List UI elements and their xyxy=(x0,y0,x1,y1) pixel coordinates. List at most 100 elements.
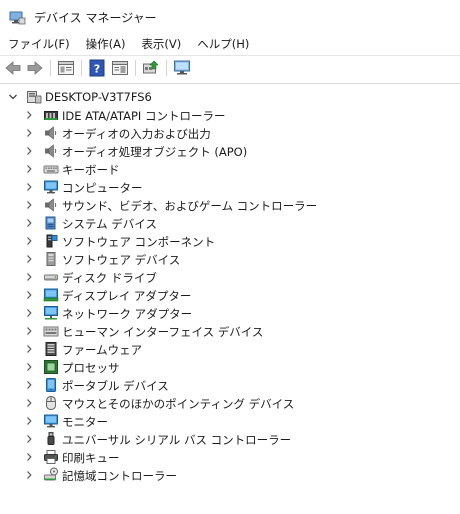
tree-node-label: 記憶域コントローラー xyxy=(62,469,177,483)
tree-node[interactable]: マウスとそのほかのポインティング デバイス xyxy=(0,394,460,412)
chevron-right-icon[interactable] xyxy=(24,218,34,228)
menu-action[interactable]: 操作(A) xyxy=(78,34,134,54)
ide-controller-icon xyxy=(44,111,58,120)
chevron-right-icon[interactable] xyxy=(24,452,34,462)
chevron-down-icon[interactable] xyxy=(7,91,19,103)
svg-text:?: ? xyxy=(94,63,100,76)
tree-node-label: ディスプレイ アダプター xyxy=(62,289,192,303)
tree-node[interactable]: ディスプレイ アダプター xyxy=(0,286,460,304)
display-adapter-icon xyxy=(43,288,59,302)
tree-node[interactable]: ネットワーク アダプター xyxy=(0,304,460,322)
speaker-icon xyxy=(45,144,57,158)
menu-help[interactable]: ヘルプ(H) xyxy=(189,34,257,54)
chevron-right-icon[interactable] xyxy=(24,200,34,210)
chevron-right-icon[interactable] xyxy=(24,326,34,336)
toolbar-separator xyxy=(166,60,167,76)
chevron-right-icon[interactable] xyxy=(24,290,34,300)
tree-node-label: マウスとそのほかのポインティング デバイス xyxy=(62,397,295,411)
tree-node-label: ユニバーサル シリアル バス コントローラー xyxy=(62,433,292,447)
tree-node[interactable]: オーディオ処理オブジェクト (APO) xyxy=(0,142,460,160)
keyboard-icon xyxy=(43,165,59,174)
tree-node[interactable]: コンピューター xyxy=(0,178,460,196)
tree-node-label: キーボード xyxy=(62,163,120,177)
scan-hardware-icon[interactable] xyxy=(172,58,192,78)
speaker-icon xyxy=(45,126,57,140)
tree-node-label: 印刷キュー xyxy=(62,451,120,465)
tree-node[interactable]: 記憶域コントローラー xyxy=(0,466,460,484)
tree-node-label: システム デバイス xyxy=(62,217,157,231)
tree-node[interactable]: ファームウェア xyxy=(0,340,460,358)
chevron-right-icon[interactable] xyxy=(24,470,34,480)
tree-node[interactable]: ヒューマン インターフェイス デバイス xyxy=(0,322,460,340)
menu-view[interactable]: 表示(V) xyxy=(133,34,189,54)
chevron-right-icon[interactable] xyxy=(24,110,34,120)
chevron-right-icon[interactable] xyxy=(24,128,34,138)
firmware-icon xyxy=(45,342,57,356)
tree-node[interactable]: 印刷キュー xyxy=(0,448,460,466)
tree-node[interactable]: ソフトウェア コンポーネント xyxy=(0,232,460,250)
network-adapter-icon xyxy=(44,306,58,320)
tree-node[interactable]: キーボード xyxy=(0,160,460,178)
tree-node[interactable]: オーディオの入力および出力 xyxy=(0,124,460,142)
chevron-right-icon[interactable] xyxy=(24,344,34,354)
storage-controller-icon xyxy=(44,467,58,481)
window-title: デバイス マネージャー xyxy=(34,11,157,25)
toolbar-separator xyxy=(135,60,136,76)
software-device-icon xyxy=(46,252,56,266)
mouse-icon xyxy=(46,395,56,411)
tree-node[interactable]: システム デバイス xyxy=(0,214,460,232)
tree-node[interactable]: ディスク ドライブ xyxy=(0,268,460,286)
chevron-right-icon[interactable] xyxy=(24,308,34,318)
update-driver-icon[interactable] xyxy=(141,58,161,78)
chevron-right-icon[interactable] xyxy=(24,272,34,282)
device-tree: DESKTOP-V3T7FS6 IDE ATA/ATAPI コントローラー オーデ… xyxy=(0,83,460,514)
system-device-icon xyxy=(45,216,56,230)
toolbar-separator xyxy=(50,60,51,76)
chevron-right-icon[interactable] xyxy=(24,434,34,444)
tree-node-label: ヒューマン インターフェイス デバイス xyxy=(62,325,264,339)
tree-node-label: プロセッサ xyxy=(62,361,120,375)
processor-icon xyxy=(44,360,58,374)
software-component-icon xyxy=(46,234,58,248)
tree-node[interactable]: ユニバーサル シリアル バス コントローラー xyxy=(0,430,460,448)
toolbar-separator xyxy=(81,60,82,76)
menu-bar: ファイル(F) 操作(A) 表示(V) ヘルプ(H) xyxy=(0,34,460,54)
chevron-right-icon[interactable] xyxy=(24,236,34,246)
printer-icon xyxy=(44,450,58,464)
device-manager-app-icon xyxy=(9,11,26,25)
chevron-right-icon[interactable] xyxy=(24,254,34,264)
tree-node-label: ソフトウェア コンポーネント xyxy=(62,235,216,249)
title-bar: デバイス マネージャー xyxy=(0,0,460,34)
speaker-icon xyxy=(45,198,57,212)
forward-arrow-icon[interactable] xyxy=(25,58,45,78)
computer-name: DESKTOP-V3T7FS6 xyxy=(45,90,152,104)
tree-node[interactable]: サウンド、ビデオ、およびゲーム コントローラー xyxy=(0,196,460,214)
chevron-right-icon[interactable] xyxy=(24,416,34,426)
tree-node[interactable]: モニター xyxy=(0,412,460,430)
chevron-right-icon[interactable] xyxy=(24,146,34,156)
tree-node-label: ディスク ドライブ xyxy=(62,271,157,285)
chevron-right-icon[interactable] xyxy=(24,398,34,408)
tree-node[interactable]: ポータブル デバイス xyxy=(0,376,460,394)
tree-node-label: ファームウェア xyxy=(62,343,143,357)
tree-node[interactable]: IDE ATA/ATAPI コントローラー xyxy=(0,106,460,124)
chevron-right-icon[interactable] xyxy=(24,362,34,372)
back-arrow-icon[interactable] xyxy=(3,58,23,78)
tree-root-row[interactable]: DESKTOP-V3T7FS6 xyxy=(0,88,460,106)
chevron-right-icon[interactable] xyxy=(24,380,34,390)
chevron-right-icon[interactable] xyxy=(24,182,34,192)
help-icon[interactable]: ? xyxy=(87,58,107,78)
tree-node-label: サウンド、ビデオ、およびゲーム コントローラー xyxy=(62,199,318,213)
properties-icon[interactable] xyxy=(56,58,76,78)
tree-node-label: ポータブル デバイス xyxy=(62,379,169,393)
chevron-right-icon[interactable] xyxy=(24,164,34,174)
tree-node[interactable]: プロセッサ xyxy=(0,358,460,376)
usb-icon xyxy=(47,432,55,445)
menu-file[interactable]: ファイル(F) xyxy=(0,34,78,54)
tree-node-label: モニター xyxy=(62,415,108,429)
tree-node[interactable]: ソフトウェア デバイス xyxy=(0,250,460,268)
tree-node-label: オーディオの入力および出力 xyxy=(62,127,211,141)
tree-node-label: ソフトウェア デバイス xyxy=(62,253,181,267)
details-pane-icon[interactable] xyxy=(110,58,130,78)
monitor-icon xyxy=(44,414,58,428)
